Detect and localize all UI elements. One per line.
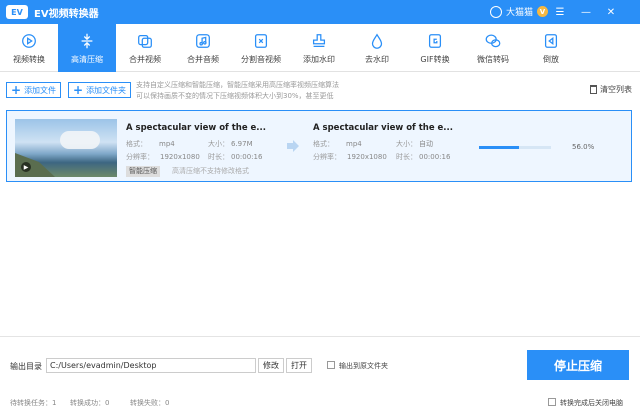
wechat-icon xyxy=(485,34,501,47)
stop-compress-button[interactable]: 停止压缩 xyxy=(527,350,629,380)
progress-bar xyxy=(479,146,551,149)
app-logo: EV xyxy=(6,5,28,19)
tool-remove-watermark[interactable]: 去水印 xyxy=(348,24,406,72)
target-format: 格式： mp4 xyxy=(313,140,362,148)
video-thumbnail[interactable]: ▶ xyxy=(15,119,117,177)
shutdown-label: 转换完成后关闭电脑 xyxy=(560,399,623,407)
arrow-right-icon xyxy=(287,140,299,152)
target-resolution: 分辨率： 1920x1080 xyxy=(313,153,387,161)
tool-split[interactable]: 分割音视频 xyxy=(232,24,290,72)
status-success: 转换成功：0 xyxy=(70,399,110,407)
app-title: EV视频转换器 xyxy=(34,8,99,20)
same-folder-checkbox[interactable] xyxy=(327,361,335,369)
tool-gif[interactable]: GIF转换 xyxy=(406,24,464,72)
clear-list-button[interactable]: 清空列表 xyxy=(590,84,632,95)
source-resolution: 分辨率： 1920x1080 xyxy=(126,153,200,161)
status-fail: 转换失败：0 xyxy=(130,399,170,407)
tool-add-watermark[interactable]: 添加水印 xyxy=(290,24,348,72)
vip-badge: V xyxy=(537,6,548,17)
add-folder-button[interactable]: + 添加文件夹 xyxy=(68,82,132,98)
source-format: 格式： mp4 xyxy=(126,140,175,148)
tool-merge-video[interactable]: 合并视频 xyxy=(116,24,174,72)
shutdown-checkbox[interactable] xyxy=(548,398,556,406)
output-path-field[interactable]: C:/Users/evadmin/Desktop xyxy=(46,358,256,373)
open-button[interactable]: 打开 xyxy=(286,358,312,373)
close-icon[interactable]: ✕ xyxy=(603,4,619,20)
output-dir-label: 输出目录 xyxy=(10,362,42,371)
reverse-icon xyxy=(544,33,558,48)
status-pending: 待转换任务：1 xyxy=(10,399,57,407)
progress-text: 56.0% xyxy=(572,143,595,151)
user-account[interactable]: 大猫猫 V xyxy=(489,5,548,18)
play-circle-icon xyxy=(22,33,36,48)
plus-icon: + xyxy=(11,83,22,97)
compress-hint: 支持自定义压缩和智能压缩，智能压缩采用高压缩率视频压缩算法 可以保持画质不变的情… xyxy=(136,81,339,100)
target-size: 大小： 自动 xyxy=(396,140,433,148)
tool-video-convert[interactable]: 视频转换 xyxy=(0,24,58,72)
tool-compress[interactable]: 高清压缩 xyxy=(58,24,116,72)
stamp-icon xyxy=(312,33,326,47)
scissors-icon xyxy=(254,33,268,48)
user-icon xyxy=(489,5,502,18)
title-bar: EV EV视频转换器 大猫猫 V ☰ — ✕ xyxy=(0,0,640,24)
smart-compress-tag: 智能压缩 xyxy=(126,166,160,177)
play-icon[interactable]: ▶ xyxy=(21,162,31,172)
modify-button[interactable]: 修改 xyxy=(258,358,284,373)
target-duration: 时长： 00:00:16 xyxy=(396,153,451,161)
target-filename: A spectacular view of the e... xyxy=(313,123,453,133)
progress-fill xyxy=(479,146,520,149)
add-file-button[interactable]: + 添加文件 xyxy=(6,82,62,98)
source-filename: A spectacular view of the e... xyxy=(126,123,266,133)
same-folder-label: 输出到原文件夹 xyxy=(339,362,388,370)
format-note: 高清压缩不支持修改格式 xyxy=(172,167,249,175)
function-toolbar: 视频转换 高清压缩 合并视频 合并音频 分割音视频 添加水印 去水印 GIF转换… xyxy=(0,24,640,72)
minimize-icon[interactable]: — xyxy=(578,4,594,20)
trash-icon xyxy=(590,85,597,94)
source-duration: 时长： 00:00:16 xyxy=(208,153,263,161)
menu-icon[interactable]: ☰ xyxy=(552,4,568,20)
source-size: 大小： 6.97M xyxy=(208,140,253,148)
tool-wechat[interactable]: 微信转码 xyxy=(464,24,522,72)
gif-icon xyxy=(428,33,442,48)
merge-video-icon xyxy=(138,34,152,48)
user-name: 大猫猫 xyxy=(505,8,533,18)
compress-icon xyxy=(81,33,93,48)
tool-reverse[interactable]: 倒放 xyxy=(522,24,580,72)
droplet-icon xyxy=(371,32,383,49)
tool-merge-audio[interactable]: 合并音频 xyxy=(174,24,232,72)
plus-icon: + xyxy=(73,83,84,97)
merge-audio-icon xyxy=(196,33,210,48)
